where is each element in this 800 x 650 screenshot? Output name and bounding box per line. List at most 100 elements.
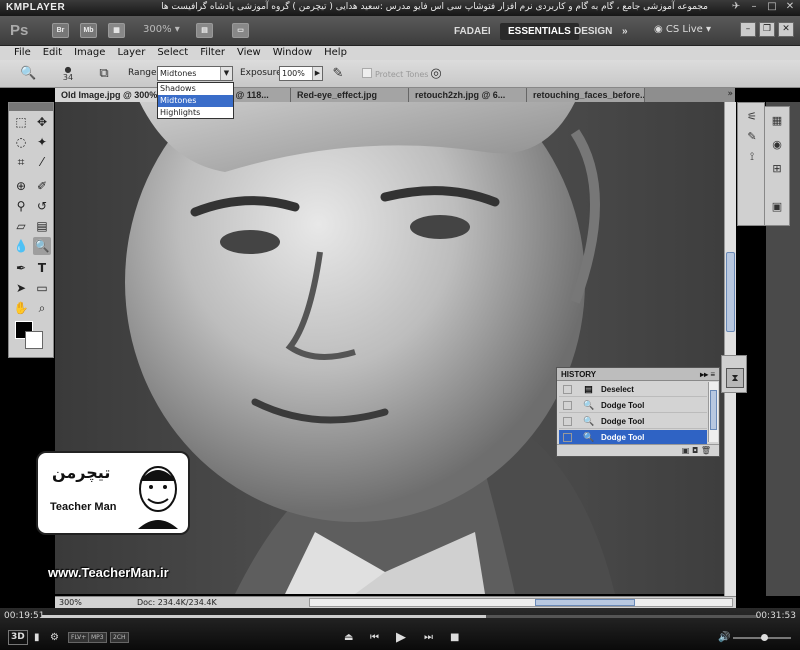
dodge-tool-icon[interactable]: 🔍: [33, 237, 51, 255]
app-close-icon[interactable]: ✕: [778, 22, 794, 37]
menu-edit[interactable]: Edit: [37, 46, 68, 60]
screen-mode-icon[interactable]: ▭: [232, 23, 249, 38]
history-snapshot-toggle[interactable]: [563, 417, 572, 426]
gradient-tool-icon[interactable]: ▤: [33, 217, 51, 235]
tab-old-image[interactable]: Old Image.jpg @ 300%: [55, 88, 173, 102]
close-icon[interactable]: ✕: [784, 1, 796, 13]
volume-knob[interactable]: [761, 634, 769, 641]
menu-file[interactable]: File: [8, 46, 37, 60]
maximize-icon[interactable]: □: [766, 1, 778, 13]
range-option-midtones[interactable]: Midtones: [158, 95, 233, 107]
mini-bridge-panel-icon[interactable]: ▣: [769, 199, 785, 215]
exposure-field[interactable]: 100% ▶: [279, 66, 323, 81]
bridge-button[interactable]: Br: [52, 23, 69, 38]
history-item-deselect[interactable]: ▤ Deselect: [559, 382, 707, 397]
vertical-scroll-thumb[interactable]: [726, 252, 735, 332]
app-restore-icon[interactable]: ❐: [759, 22, 775, 37]
zoom-level-select[interactable]: 300% ▾: [143, 24, 180, 35]
extras-icon[interactable]: ▦: [108, 23, 125, 38]
history-item-dodge-3[interactable]: 🔍 Dodge Tool: [559, 430, 707, 445]
pen-tool-icon[interactable]: ✒: [12, 259, 30, 277]
history-scrollbar[interactable]: [708, 382, 718, 442]
quick-selection-tool-icon[interactable]: ✦: [33, 133, 51, 151]
airbrush-icon[interactable]: ✎: [330, 66, 346, 82]
volume-slider[interactable]: [733, 634, 791, 641]
tab-red-eye-effect[interactable]: Red-eye_effect.jpg: [291, 88, 409, 102]
brush-panel-icon[interactable]: ⧉: [96, 66, 112, 82]
status-zoom[interactable]: 300%: [59, 597, 82, 608]
shape-tool-icon[interactable]: ▭: [33, 279, 51, 297]
previous-icon[interactable]: ⏮: [370, 630, 379, 646]
styles-panel-icon[interactable]: ◉: [769, 137, 785, 153]
history-brush-tool-icon[interactable]: ↺: [33, 197, 51, 215]
protect-tones-checkbox[interactable]: Protect Tones: [362, 68, 428, 79]
blur-tool-icon[interactable]: 💧: [12, 237, 30, 255]
history-scroll-thumb[interactable]: [710, 390, 717, 430]
layers-panel-icon[interactable]: ⊞: [769, 161, 785, 177]
history-brush-source-icon[interactable]: [563, 433, 572, 442]
tools-panel-header[interactable]: [9, 103, 53, 111]
marquee-tool-icon[interactable]: ⬚: [12, 113, 30, 131]
new-snapshot-icon[interactable]: ◘: [692, 446, 698, 455]
range-select[interactable]: Midtones ▼: [157, 66, 233, 81]
app-minimize-icon[interactable]: –: [740, 22, 756, 37]
menu-layer[interactable]: Layer: [111, 46, 151, 60]
history-snapshot-toggle[interactable]: [563, 385, 572, 394]
playlist-icon[interactable]: ▮: [34, 630, 40, 646]
zoom-tool-icon[interactable]: ⌕: [33, 299, 51, 317]
workspace-design[interactable]: DESIGN: [566, 23, 620, 40]
minimize-icon[interactable]: –: [748, 1, 760, 13]
cs-live-button[interactable]: ◉ CS Live ▾: [654, 24, 711, 35]
range-option-highlights[interactable]: Highlights: [158, 107, 233, 119]
3d-mode-button[interactable]: 3D: [8, 630, 28, 645]
workspace-fadaei[interactable]: FADAEI: [446, 23, 499, 40]
menu-help[interactable]: Help: [318, 46, 353, 60]
history-panel-menu-icon[interactable]: ▸▸ ≡: [700, 368, 715, 381]
eraser-tool-icon[interactable]: ▱: [12, 217, 30, 235]
adjustments-icon[interactable]: ⚟: [744, 109, 760, 125]
path-selection-tool-icon[interactable]: ➤: [12, 279, 30, 297]
workspace-more-icon[interactable]: »: [614, 23, 636, 40]
history-panel-header[interactable]: HISTORY ▸▸ ≡: [557, 368, 719, 381]
tablet-pressure-icon[interactable]: ◎: [428, 66, 444, 82]
history-snapshot-toggle[interactable]: [563, 401, 572, 410]
color-panel-icon[interactable]: ▦: [769, 113, 785, 129]
tab-retouching-faces[interactable]: retouching_faces_before...: [527, 88, 645, 102]
clone-stamp-tool-icon[interactable]: ⚲: [12, 197, 30, 215]
spot-healing-tool-icon[interactable]: ⊕: [12, 177, 30, 195]
menu-filter[interactable]: Filter: [194, 46, 231, 60]
arrange-documents-icon[interactable]: ▤: [196, 23, 213, 38]
history-item-dodge-1[interactable]: 🔍 Dodge Tool: [559, 398, 707, 413]
dodge-tool-preset-icon[interactable]: 🔍: [20, 66, 36, 82]
delete-state-icon[interactable]: 🗑: [701, 446, 711, 455]
paths-icon[interactable]: ⟟: [744, 149, 760, 165]
history-panel-icon[interactable]: ⧗: [726, 368, 744, 388]
canvas-horizontal-scrollbar[interactable]: [309, 598, 733, 607]
horizontal-scroll-thumb[interactable]: [535, 599, 635, 606]
menu-view[interactable]: View: [231, 46, 267, 60]
seek-bar[interactable]: [42, 615, 758, 618]
tab-retouch2zh[interactable]: retouch2zh.jpg @ 6...: [409, 88, 527, 102]
volume-icon[interactable]: 🔊: [718, 630, 730, 646]
new-document-from-state-icon[interactable]: ▣: [682, 446, 690, 455]
move-tool-icon[interactable]: ✥: [33, 113, 51, 131]
range-option-shadows[interactable]: Shadows: [158, 83, 233, 95]
brush-preset-picker[interactable]: ● 34: [60, 66, 76, 82]
brush-presets-icon[interactable]: ✎: [744, 129, 760, 145]
menu-select[interactable]: Select: [151, 46, 194, 60]
eject-icon[interactable]: ⏏: [344, 630, 353, 646]
hand-tool-icon[interactable]: ✋: [12, 299, 30, 317]
menu-window[interactable]: Window: [267, 46, 318, 60]
background-color-swatch[interactable]: [25, 331, 43, 349]
lasso-tool-icon[interactable]: ◌: [12, 133, 30, 151]
canvas-vertical-scrollbar[interactable]: [724, 102, 736, 596]
tabs-overflow-icon[interactable]: »: [727, 89, 733, 99]
history-item-dodge-2[interactable]: 🔍 Dodge Tool: [559, 414, 707, 429]
stop-icon[interactable]: ■: [450, 630, 459, 646]
next-icon[interactable]: ⏭: [424, 630, 433, 646]
play-icon[interactable]: ▶: [396, 630, 406, 646]
type-tool-icon[interactable]: T: [33, 259, 51, 277]
brush-tool-icon[interactable]: ✐: [33, 177, 51, 195]
pin-icon[interactable]: ✈: [730, 1, 742, 13]
mini-bridge-button[interactable]: Mb: [80, 23, 97, 38]
